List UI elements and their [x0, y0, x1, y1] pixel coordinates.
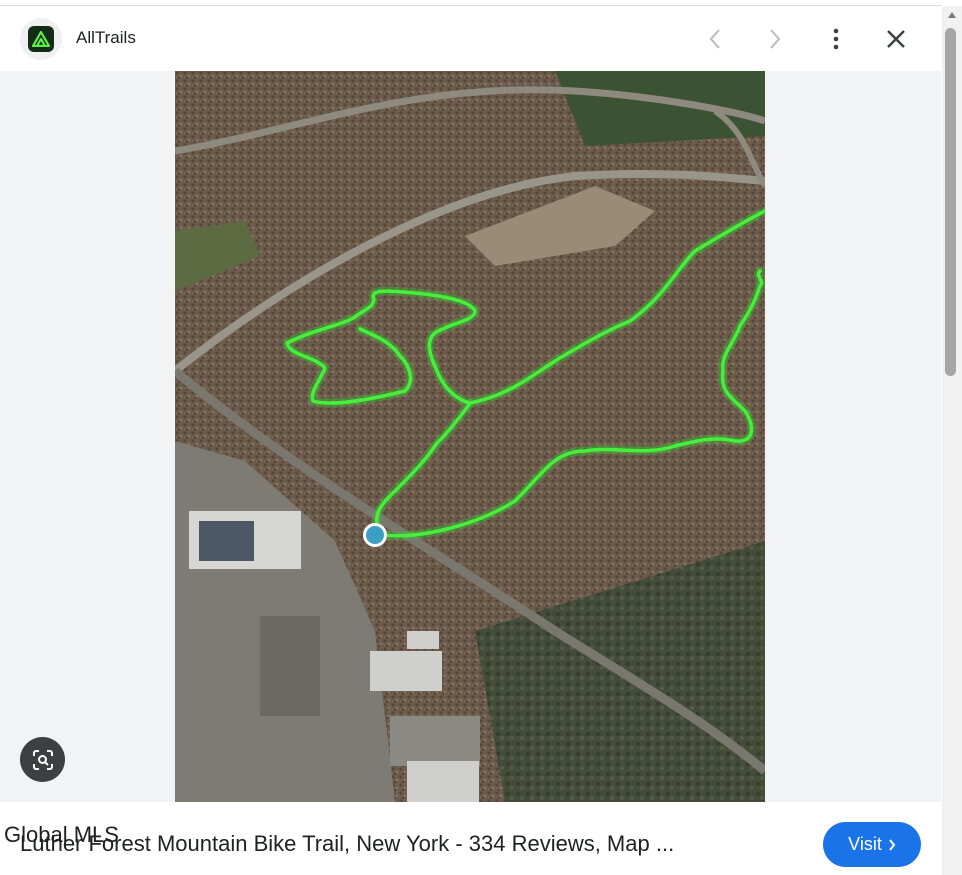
map-image[interactable] [175, 71, 765, 802]
close-icon[interactable] [876, 19, 916, 59]
chevron-right-icon [889, 838, 896, 851]
more-vert-icon[interactable] [816, 19, 856, 59]
viewer-header: AllTrails [0, 6, 941, 71]
scroll-thumb[interactable] [945, 28, 956, 376]
site-name[interactable]: AllTrails [76, 28, 136, 48]
chevron-left-icon[interactable] [695, 19, 735, 59]
watermark: Global MLS [4, 822, 119, 847]
scrollbar[interactable] [942, 6, 962, 875]
lens-search-icon[interactable] [20, 737, 65, 782]
visit-button[interactable]: Visit [823, 822, 921, 867]
visit-label: Visit [848, 834, 882, 854]
result-footer: Luther Forest Mountain Bike Trail, New Y… [0, 802, 941, 875]
image-viewer [0, 71, 941, 802]
scroll-up-arrow-icon[interactable] [945, 8, 959, 22]
result-caption[interactable]: Luther Forest Mountain Bike Trail, New Y… [20, 831, 720, 857]
chevron-right-icon[interactable] [755, 19, 795, 59]
alltrails-logo-icon[interactable] [20, 18, 62, 60]
